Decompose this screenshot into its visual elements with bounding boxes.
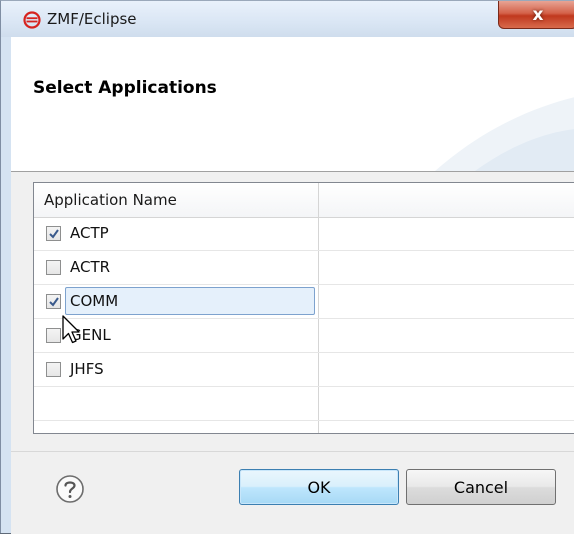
table-row[interactable]: JHFS (34, 353, 574, 387)
checkbox-comm[interactable] (46, 294, 61, 309)
window-title: ZMF/Eclipse (47, 10, 137, 28)
close-icon: x (532, 4, 544, 25)
column-header-application-name[interactable]: Application Name (44, 191, 177, 209)
close-button[interactable]: x (498, 1, 574, 29)
row-label: ACTR (70, 258, 111, 276)
table-row[interactable]: ACTR (34, 251, 574, 285)
row-label: JHFS (70, 360, 104, 378)
title-bar[interactable]: ZMF/Eclipse x (1, 1, 574, 37)
dialog-client-area: Select Applications Application Name ACT… (11, 37, 574, 534)
eclipse-logo-icon (23, 11, 41, 29)
cancel-button[interactable]: Cancel (406, 469, 556, 505)
checkbox-genl[interactable] (46, 328, 61, 343)
dialog-banner: Select Applications (11, 37, 574, 172)
banner-decoration (435, 97, 574, 171)
ok-button[interactable]: OK (239, 469, 399, 505)
checkbox-actr[interactable] (46, 260, 61, 275)
mouse-cursor-icon (62, 315, 80, 344)
dialog-title: Select Applications (33, 78, 217, 98)
table-row[interactable]: ACTP (34, 217, 574, 251)
table-row-empty (34, 387, 574, 421)
row-label: COMM (70, 292, 119, 310)
help-question-icon[interactable] (55, 474, 85, 504)
checkmark-icon (49, 297, 59, 307)
table-row[interactable]: GENL (34, 319, 574, 353)
checkmark-icon (49, 229, 59, 239)
checkbox-actp[interactable] (46, 226, 61, 241)
table-header: Application Name (34, 183, 574, 218)
checkbox-jhfs[interactable] (46, 362, 61, 377)
applications-table[interactable]: Application Name ACTP ACTR COMM GENL JHF… (33, 182, 574, 434)
table-row[interactable]: COMM (34, 285, 574, 319)
dialog-window: ZMF/Eclipse x Select Applications Applic… (0, 0, 574, 534)
footer-divider (11, 451, 574, 452)
row-label: ACTP (70, 224, 109, 242)
